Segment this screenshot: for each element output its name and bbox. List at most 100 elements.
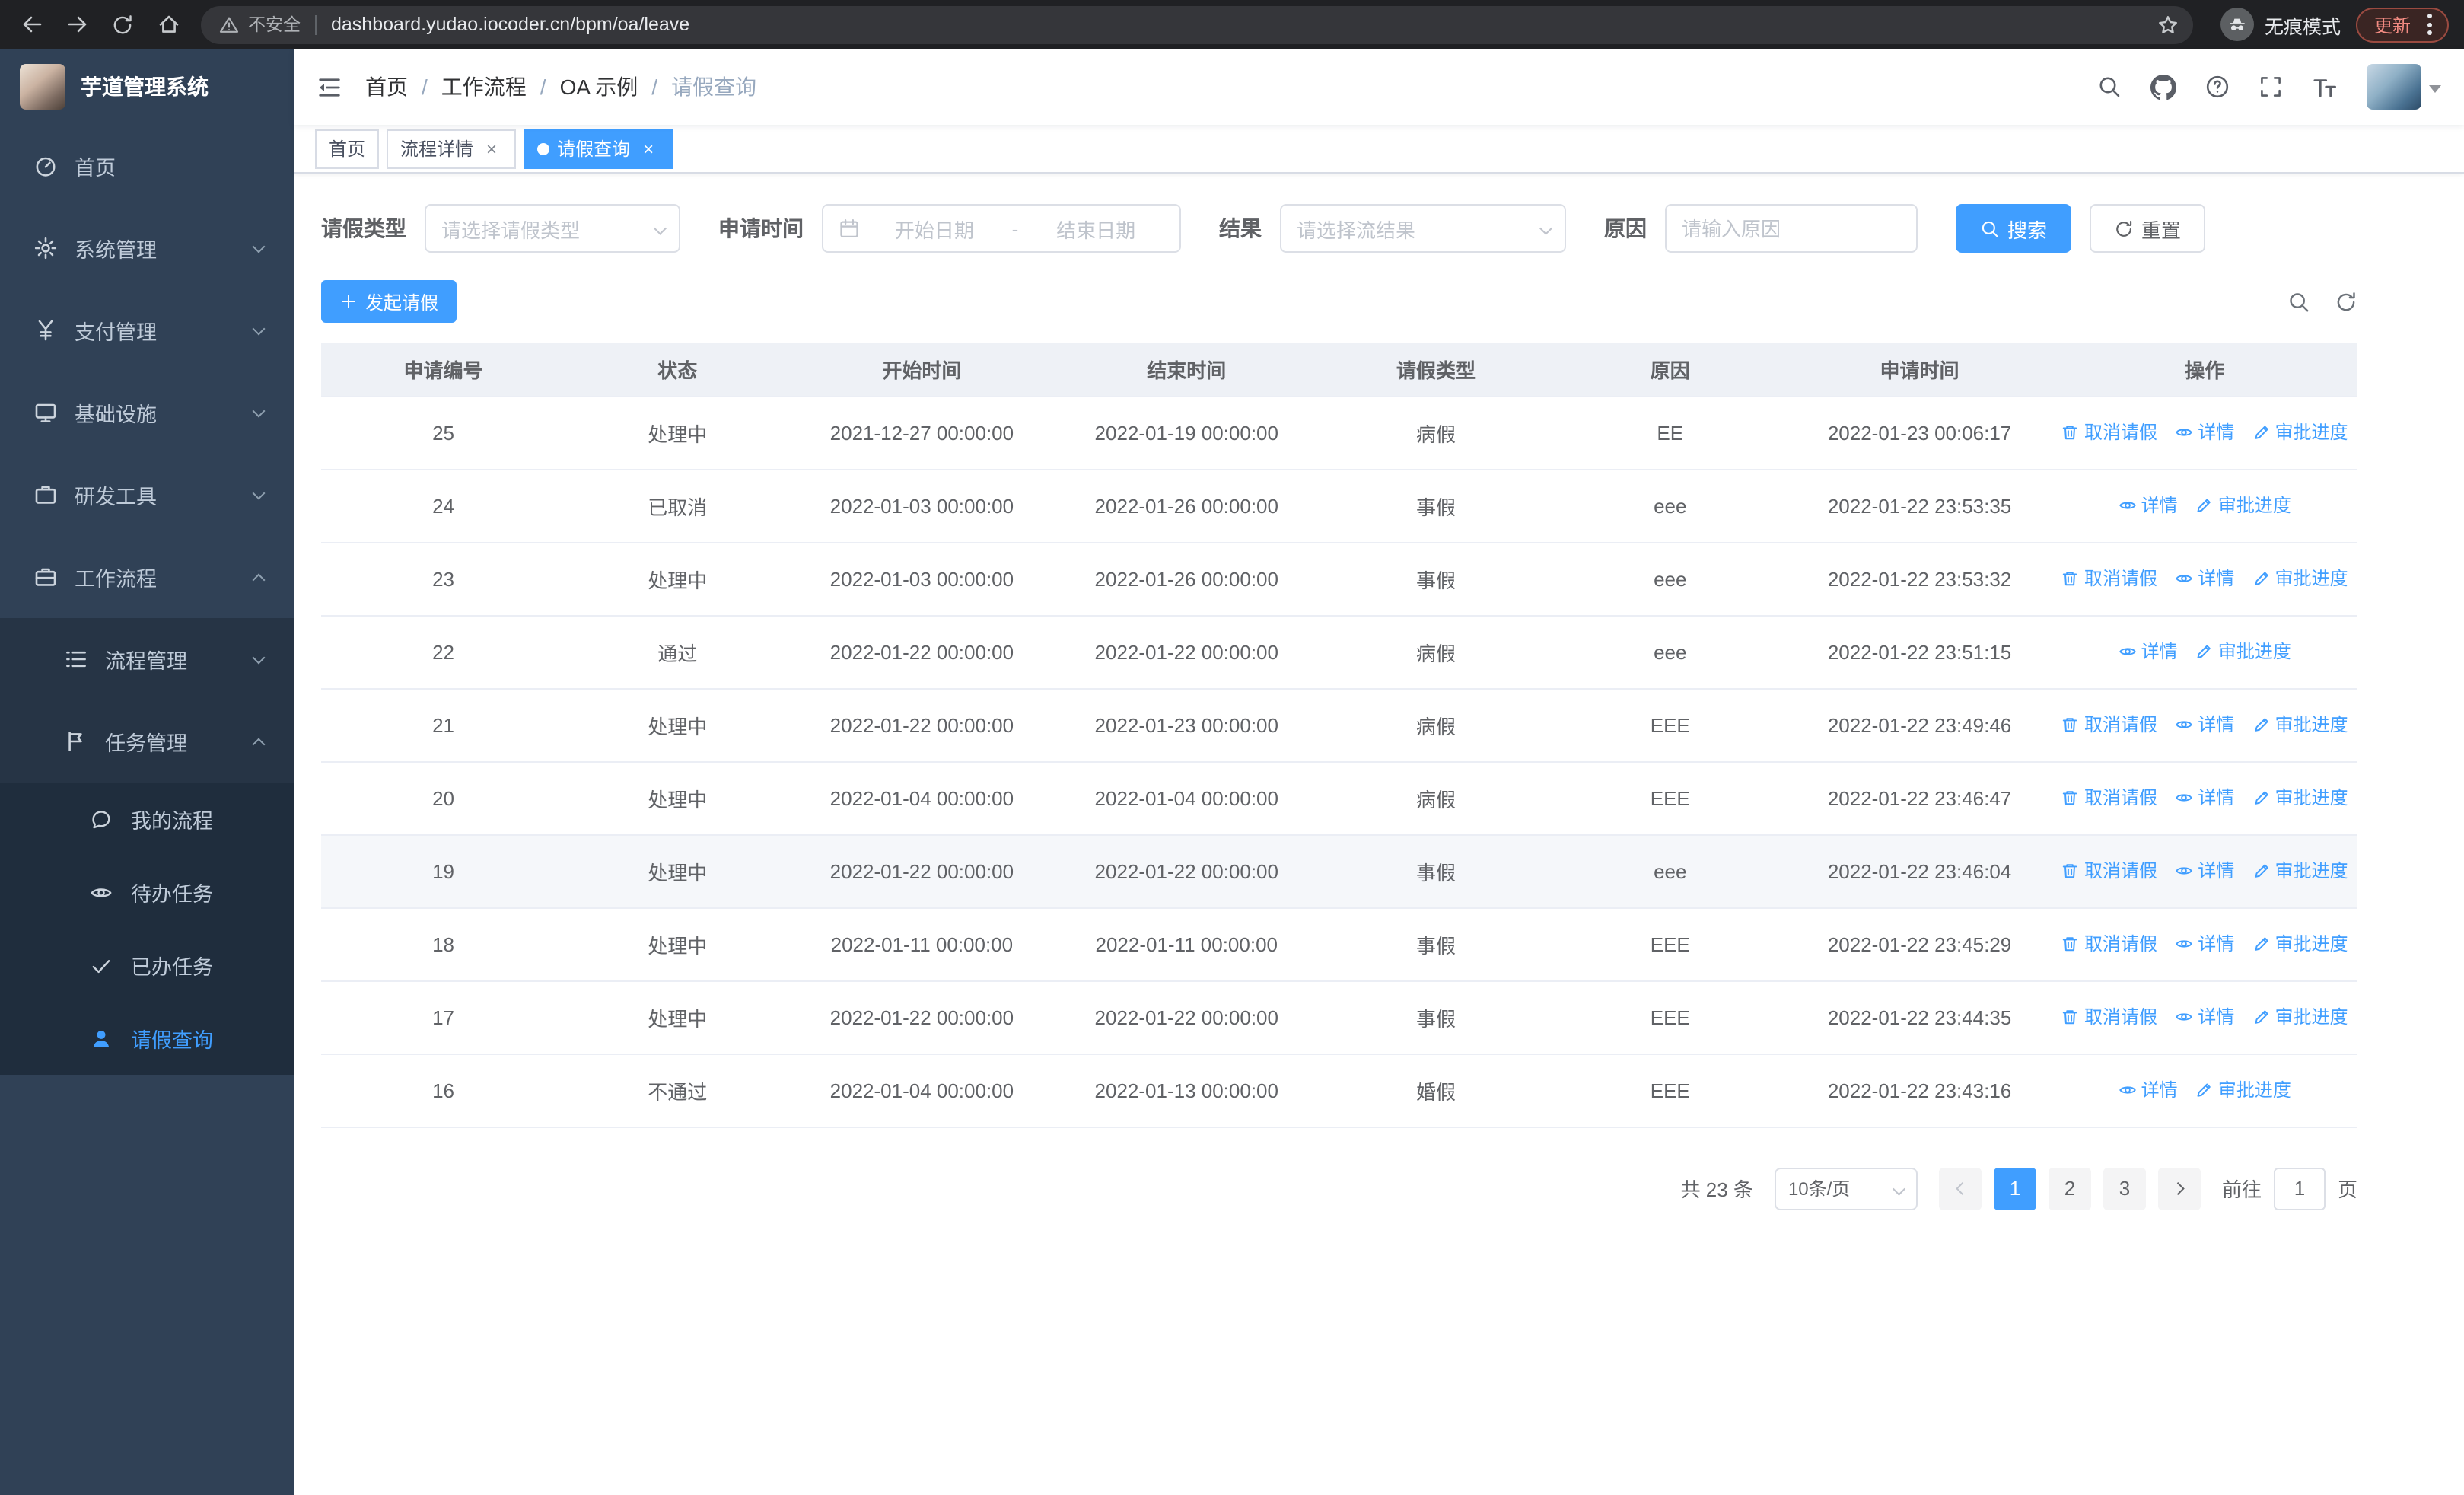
tab-process-detail[interactable]: 流程详情 × bbox=[387, 129, 517, 168]
breadcrumb-item[interactable]: 首页 bbox=[365, 72, 408, 102]
end-date-placeholder[interactable]: 结束日期 bbox=[1027, 214, 1164, 243]
table-row[interactable]: 20 处理中 2022-01-04 00:00:00 2022-01-04 00… bbox=[321, 761, 2357, 835]
table-row[interactable]: 22 通过 2022-01-22 00:00:00 2022-01-22 00:… bbox=[321, 615, 2357, 689]
cancel-leave-link[interactable]: 取消请假 bbox=[2061, 785, 2157, 811]
sidebar-item-todo-tasks[interactable]: 待办任务 bbox=[0, 856, 294, 929]
close-icon[interactable]: × bbox=[638, 138, 659, 159]
detail-link[interactable]: 详情 bbox=[2119, 1077, 2178, 1103]
back-icon[interactable] bbox=[12, 5, 50, 43]
approval-progress-link[interactable]: 审批进度 bbox=[2252, 419, 2348, 445]
close-icon[interactable]: × bbox=[481, 138, 502, 159]
cancel-leave-link[interactable]: 取消请假 bbox=[2061, 1004, 2157, 1030]
kebab-menu-icon[interactable] bbox=[2424, 11, 2435, 38]
sidebar-item-leave-query[interactable]: 请假查询 bbox=[0, 1002, 294, 1075]
font-size-icon[interactable] bbox=[2312, 74, 2338, 100]
date-range-picker[interactable]: 开始日期 - 结束日期 bbox=[822, 204, 1181, 253]
sidebar-item-process-mgmt[interactable]: 流程管理 bbox=[0, 618, 294, 700]
detail-link[interactable]: 详情 bbox=[2119, 492, 2178, 518]
table-row[interactable]: 17 处理中 2022-01-22 00:00:00 2022-01-22 00… bbox=[321, 980, 2357, 1054]
approval-progress-link[interactable]: 审批进度 bbox=[2252, 858, 2348, 884]
cancel-leave-link[interactable]: 取消请假 bbox=[2061, 931, 2157, 957]
table-row[interactable]: 21 处理中 2022-01-22 00:00:00 2022-01-23 00… bbox=[321, 688, 2357, 762]
tab-home[interactable]: 首页 bbox=[315, 129, 380, 168]
reason-input[interactable] bbox=[1682, 217, 1901, 240]
cell-apply-time: 2022-01-22 23:53:32 bbox=[1787, 542, 2052, 616]
sidebar-item-payment-mgmt[interactable]: 支付管理 bbox=[0, 289, 294, 371]
cell-reason: eee bbox=[1552, 542, 1788, 616]
avatar[interactable] bbox=[2367, 64, 2421, 110]
create-leave-button[interactable]: 发起请假 bbox=[321, 280, 457, 323]
search-icon[interactable] bbox=[2097, 75, 2122, 99]
detail-link[interactable]: 详情 bbox=[2175, 858, 2234, 884]
detail-link[interactable]: 详情 bbox=[2119, 639, 2178, 665]
forward-icon[interactable] bbox=[58, 5, 96, 43]
search-button[interactable]: 搜索 bbox=[1956, 204, 2072, 253]
table-row[interactable]: 23 处理中 2022-01-03 00:00:00 2022-01-26 00… bbox=[321, 542, 2357, 616]
table-row[interactable]: 18 处理中 2022-01-11 00:00:00 2022-01-11 00… bbox=[321, 907, 2357, 981]
fullscreen-icon[interactable] bbox=[2259, 75, 2283, 99]
approval-progress-link[interactable]: 审批进度 bbox=[2252, 1004, 2348, 1030]
sidebar-item-system-mgmt[interactable]: 系统管理 bbox=[0, 207, 294, 289]
page-button-2[interactable]: 2 bbox=[2048, 1167, 2091, 1210]
detail-link[interactable]: 详情 bbox=[2175, 931, 2234, 957]
sidebar-logo[interactable]: 芋道管理系统 bbox=[0, 49, 294, 125]
detail-link[interactable]: 详情 bbox=[2175, 419, 2234, 445]
page-size-select[interactable]: 10条/页 bbox=[1774, 1167, 1918, 1210]
table-row[interactable]: 24 已取消 2022-01-03 00:00:00 2022-01-26 00… bbox=[321, 469, 2357, 543]
sidebar-item-task-mgmt[interactable]: 任务管理 bbox=[0, 700, 294, 783]
search-toggle-icon[interactable] bbox=[2287, 290, 2310, 313]
sidebar-item-my-process[interactable]: 我的流程 bbox=[0, 783, 294, 856]
page-button-1[interactable]: 1 bbox=[1993, 1167, 2036, 1210]
reload-icon[interactable] bbox=[103, 5, 142, 43]
sidebar-item-dev-tools[interactable]: 研发工具 bbox=[0, 454, 294, 536]
start-date-placeholder[interactable]: 开始日期 bbox=[866, 214, 1003, 243]
detail-link[interactable]: 详情 bbox=[2175, 785, 2234, 811]
next-page-button[interactable] bbox=[2157, 1167, 2201, 1210]
breadcrumb-item[interactable]: OA 示例 bbox=[560, 72, 638, 102]
detail-link[interactable]: 详情 bbox=[2175, 566, 2234, 591]
select-placeholder: 请选择请假类型 bbox=[441, 218, 581, 241]
github-icon[interactable] bbox=[2150, 74, 2176, 100]
cancel-leave-link[interactable]: 取消请假 bbox=[2061, 712, 2157, 738]
detail-link[interactable]: 详情 bbox=[2175, 712, 2234, 738]
help-icon[interactable] bbox=[2205, 75, 2230, 99]
page-button-3[interactable]: 3 bbox=[2103, 1167, 2146, 1210]
approval-progress-link[interactable]: 审批进度 bbox=[2195, 639, 2291, 665]
sidebar-item-infrastructure[interactable]: 基础设施 bbox=[0, 371, 294, 454]
tab-leave-query[interactable]: 请假查询 × bbox=[524, 129, 673, 168]
approval-progress-link[interactable]: 审批进度 bbox=[2252, 566, 2348, 591]
approval-progress-link[interactable]: 审批进度 bbox=[2252, 931, 2348, 957]
cell-apply-id: 18 bbox=[321, 907, 566, 981]
security-label[interactable]: 不安全 bbox=[248, 12, 301, 37]
leave-type-select[interactable]: 请选择请假类型 bbox=[425, 204, 680, 253]
approval-progress-link[interactable]: 审批进度 bbox=[2252, 712, 2348, 738]
approval-progress-link[interactable]: 审批进度 bbox=[2195, 492, 2291, 518]
sidebar-collapse-icon[interactable] bbox=[317, 74, 342, 100]
detail-link[interactable]: 详情 bbox=[2175, 1004, 2234, 1030]
table-row[interactable]: 16 不通过 2022-01-04 00:00:00 2022-01-13 00… bbox=[321, 1054, 2357, 1127]
home-icon[interactable] bbox=[149, 5, 187, 43]
breadcrumb-item[interactable]: 工作流程 bbox=[441, 72, 527, 102]
bookmark-star-icon[interactable] bbox=[2152, 8, 2184, 40]
sidebar-item-done-tasks[interactable]: 已办任务 bbox=[0, 929, 294, 1002]
user-menu[interactable] bbox=[2367, 64, 2441, 110]
goto-page-input[interactable] bbox=[2273, 1167, 2326, 1210]
cancel-leave-link[interactable]: 取消请假 bbox=[2061, 566, 2157, 591]
cancel-leave-link[interactable]: 取消请假 bbox=[2061, 419, 2157, 445]
sidebar-item-workflow[interactable]: 工作流程 bbox=[0, 536, 294, 618]
refresh-icon[interactable] bbox=[2335, 290, 2357, 313]
sidebar-item-label: 工作流程 bbox=[75, 568, 157, 591]
prev-page-button[interactable] bbox=[1938, 1167, 1982, 1210]
result-select[interactable]: 请选择流结果 bbox=[1280, 204, 1566, 253]
table-row[interactable]: 19 处理中 2022-01-22 00:00:00 2022-01-22 00… bbox=[321, 834, 2357, 908]
approval-progress-link[interactable]: 审批进度 bbox=[2252, 785, 2348, 811]
chevron-down-icon bbox=[653, 222, 666, 234]
sidebar-item-home[interactable]: 首页 bbox=[0, 125, 294, 207]
table-row[interactable]: 25 处理中 2021-12-27 00:00:00 2022-01-19 00… bbox=[321, 396, 2357, 470]
reset-button[interactable]: 重置 bbox=[2090, 204, 2206, 253]
url-text[interactable]: dashboard.yudao.iocoder.cn/bpm/oa/leave bbox=[331, 14, 2152, 35]
cancel-leave-link[interactable]: 取消请假 bbox=[2061, 858, 2157, 884]
update-button[interactable]: 更新 bbox=[2355, 7, 2449, 42]
approval-progress-link[interactable]: 审批进度 bbox=[2195, 1077, 2291, 1103]
url-bar[interactable]: 不安全 dashboard.yudao.iocoder.cn/bpm/oa/le… bbox=[201, 5, 2193, 43]
